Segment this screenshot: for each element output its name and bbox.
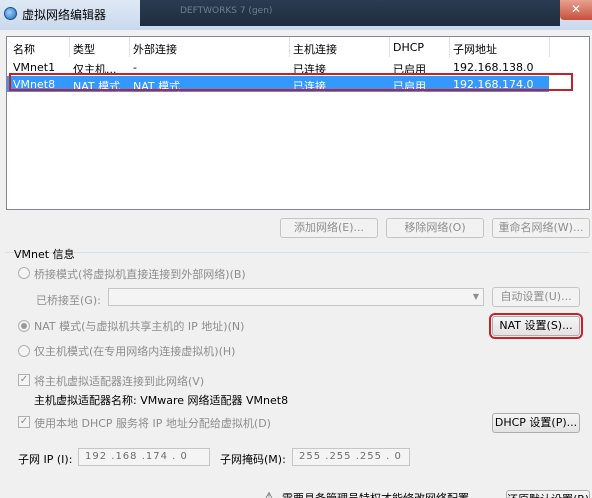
column-divider bbox=[129, 37, 130, 57]
subnet-ip-label: 子网 IP (I): bbox=[18, 453, 73, 466]
row-subnet: 192.168.138.0 bbox=[453, 61, 534, 74]
column-divider bbox=[69, 37, 70, 57]
bridge-mode-radio[interactable] bbox=[18, 267, 30, 279]
row-external: - bbox=[133, 61, 137, 74]
network-list[interactable]: 名称 类型 外部连接 主机连接 DHCP 子网地址 VMnet1 仅主机... … bbox=[6, 36, 590, 210]
column-header-name[interactable]: 名称 bbox=[13, 41, 35, 57]
row-name: VMnet1 bbox=[13, 61, 56, 74]
host-only-label[interactable]: 仅主机模式(在专用网络内连接虚拟机)(H) bbox=[34, 343, 235, 359]
subnet-ip-field[interactable]: 192 .168 .174 . 0 bbox=[78, 448, 210, 466]
column-divider bbox=[549, 37, 550, 57]
column-header-host[interactable]: 主机连接 bbox=[293, 41, 337, 57]
row-external: NAT 模式 bbox=[133, 80, 181, 93]
column-header-external[interactable]: 外部连接 bbox=[133, 41, 177, 57]
host-only-radio[interactable] bbox=[18, 345, 30, 357]
title-bar: 虚拟网络编辑器 DEFTWORKS 7 (gen) ✕ bbox=[0, 0, 592, 30]
vmnet-info-title: VMnet 信息 bbox=[14, 248, 75, 261]
column-header-type[interactable]: 类型 bbox=[73, 41, 95, 57]
row-type: 仅主机... bbox=[73, 63, 117, 76]
table-row-selected[interactable]: VMnet8 NAT 模式 NAT 模式 已连接 已启用 192.168.174… bbox=[7, 76, 549, 93]
table-row[interactable]: VMnet1 仅主机... - 已连接 已启用 192.168.138.0 bbox=[7, 59, 549, 76]
bridge-mode-label[interactable]: 桥接模式(将虚拟机直接连接到外部网络)(B) bbox=[34, 266, 246, 282]
footer-bar: ⚠ 需要具备管理员特权才能修改网络配置。 还原默认设置(R) bbox=[0, 486, 592, 498]
close-button[interactable]: ✕ bbox=[560, 0, 592, 20]
connect-adapter-label[interactable]: 将主机虚拟适配器连接到此网络(V) bbox=[34, 373, 204, 389]
row-host: 已连接 bbox=[293, 63, 326, 76]
row-name: VMnet8 bbox=[13, 78, 56, 91]
row-subnet: 192.168.174.0 bbox=[453, 78, 534, 91]
row-host: 已连接 bbox=[293, 80, 326, 93]
column-divider bbox=[389, 37, 390, 57]
row-dhcp: 已启用 bbox=[393, 80, 426, 93]
auto-settings-button[interactable]: 自动设置(U)... bbox=[492, 287, 580, 307]
bridged-to-dropdown[interactable]: ▼ bbox=[108, 288, 484, 306]
remove-network-button[interactable]: 移除网络(O) bbox=[386, 218, 484, 238]
add-network-button[interactable]: 添加网络(E)... bbox=[280, 218, 378, 238]
row-dhcp: 已启用 bbox=[393, 63, 426, 76]
column-header-subnet[interactable]: 子网地址 bbox=[453, 41, 497, 57]
row-type: NAT 模式 bbox=[73, 80, 121, 93]
use-dhcp-label[interactable]: 使用本地 DHCP 服务将 IP 地址分配给虚拟机(D) bbox=[34, 415, 271, 431]
warning-icon: ⚠ bbox=[264, 490, 274, 498]
rename-network-button[interactable]: 重命名网络(W)... bbox=[492, 218, 590, 238]
adapter-name-label: 主机虚拟适配器名称: VMware 网络适配器 VMnet8 bbox=[34, 394, 289, 407]
dhcp-settings-button[interactable]: DHCP 设置(P)... bbox=[492, 413, 580, 433]
nat-settings-button[interactable]: NAT 设置(S)... bbox=[489, 313, 583, 339]
blurred-tab-text: DEFTWORKS 7 (gen) bbox=[180, 6, 273, 16]
column-divider bbox=[289, 37, 290, 57]
admin-warning-text: 需要具备管理员特权才能修改网络配置。 bbox=[282, 490, 480, 498]
column-header-dhcp[interactable]: DHCP bbox=[393, 41, 424, 54]
background-window-strip: DEFTWORKS 7 (gen) bbox=[140, 0, 560, 26]
subnet-mask-label: 子网掩码(M): bbox=[220, 453, 286, 466]
network-globe-icon bbox=[4, 7, 17, 20]
nat-mode-label[interactable]: NAT 模式(与虚拟机共享主机的 IP 地址)(N) bbox=[34, 318, 244, 334]
restore-defaults-button[interactable]: 还原默认设置(R) bbox=[506, 490, 590, 498]
close-icon: ✕ bbox=[570, 2, 582, 16]
vmnet-info-group bbox=[6, 252, 590, 473]
subnet-mask-field[interactable]: 255 .255 .255 . 0 bbox=[292, 448, 410, 466]
column-divider bbox=[449, 37, 450, 57]
window-title: 虚拟网络编辑器 bbox=[22, 8, 107, 22]
bridged-to-label: 已桥接至(G): bbox=[36, 294, 101, 307]
use-dhcp-checkbox[interactable]: ✓ bbox=[18, 416, 30, 428]
connect-adapter-checkbox[interactable]: ✓ bbox=[18, 374, 30, 386]
nat-mode-radio[interactable] bbox=[18, 320, 30, 332]
chevron-down-icon: ▼ bbox=[472, 292, 479, 301]
